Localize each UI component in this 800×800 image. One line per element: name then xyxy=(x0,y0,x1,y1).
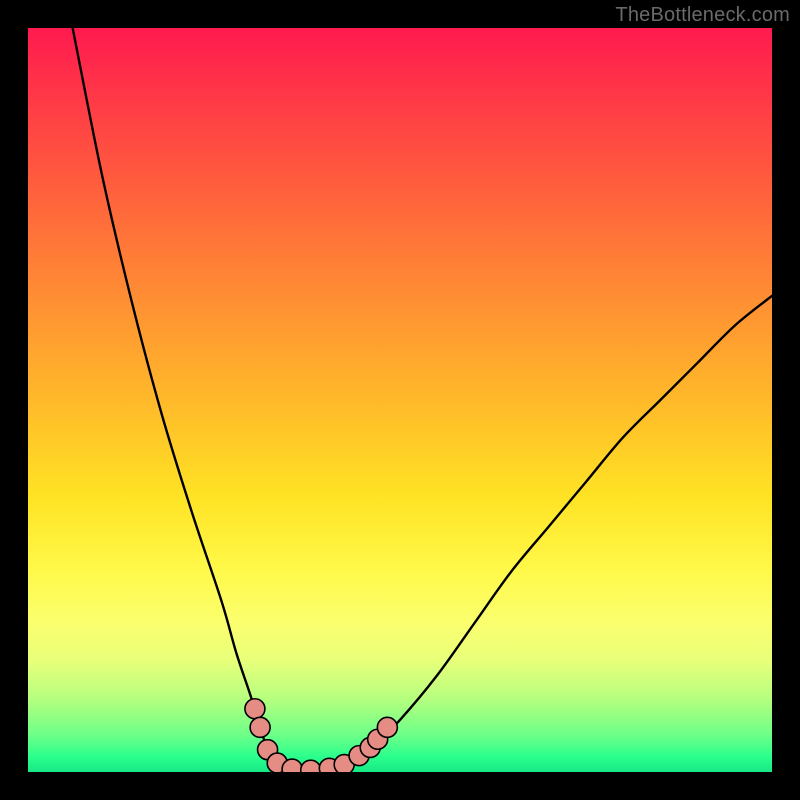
data-marker xyxy=(301,760,321,772)
curve-layer xyxy=(28,28,772,772)
bottleneck-curve xyxy=(73,28,772,771)
data-marker xyxy=(377,717,397,737)
chart-frame: TheBottleneck.com xyxy=(0,0,800,800)
data-markers xyxy=(245,699,397,772)
data-marker xyxy=(282,759,302,772)
watermark-text: TheBottleneck.com xyxy=(615,4,790,27)
plot-area xyxy=(28,28,772,772)
data-marker xyxy=(250,717,270,737)
data-marker xyxy=(245,699,265,719)
